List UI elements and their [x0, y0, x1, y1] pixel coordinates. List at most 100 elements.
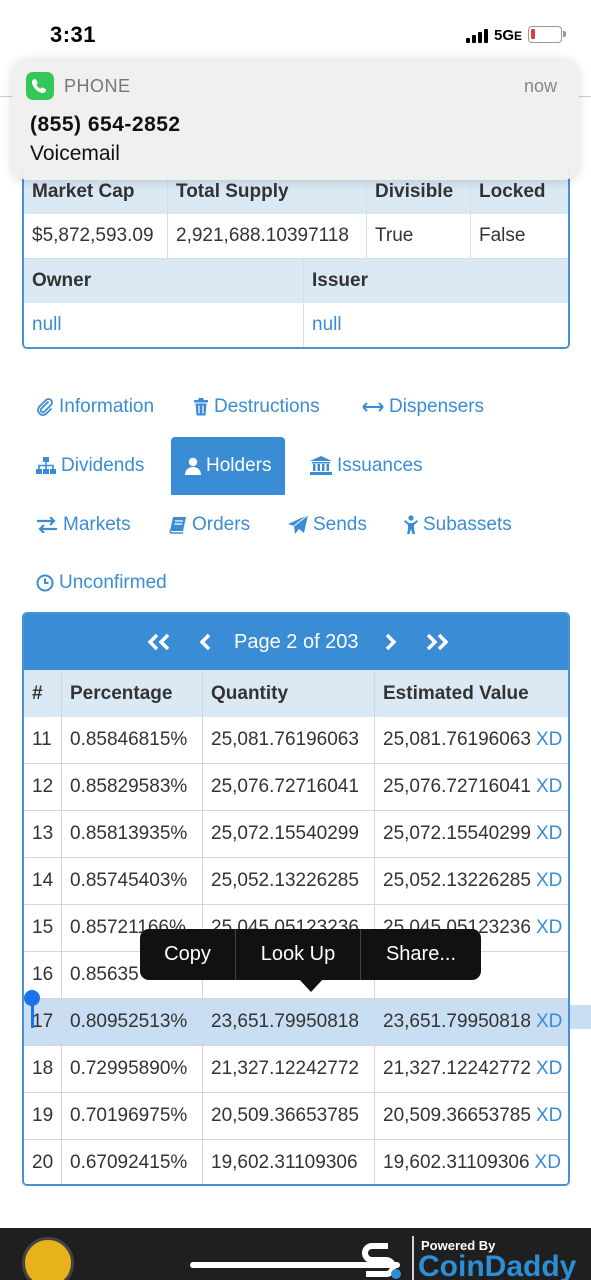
- rank-cell: 14: [24, 858, 62, 905]
- exchange-icon: [37, 517, 57, 533]
- look-up-menu-item[interactable]: Look Up: [236, 929, 361, 980]
- tab-unconfirmed[interactable]: Unconfirmed: [36, 554, 167, 612]
- rank-cell: 15: [24, 905, 62, 952]
- quantity-cell-text: 25,072.15540299: [211, 823, 359, 844]
- tab-dispensers[interactable]: Dispensers: [362, 378, 484, 436]
- rank-cell-text: 19: [32, 1105, 54, 1126]
- arrows-horizontal-icon: [362, 402, 384, 412]
- issuer-link[interactable]: null: [304, 303, 568, 347]
- asset-link[interactable]: XD: [535, 1152, 561, 1174]
- quantity-cell: 25,072.15540299: [203, 811, 375, 858]
- estimated-value-cell-text: 19,602.31109306: [383, 1152, 530, 1173]
- bank-icon: [310, 456, 332, 475]
- share-menu-item[interactable]: Share...: [361, 929, 481, 980]
- notification-title: (855) 654-2852: [30, 113, 181, 136]
- tab-label: Unconfirmed: [59, 572, 167, 593]
- rank-cell: 19: [24, 1093, 62, 1140]
- last-page-button[interactable]: [420, 614, 454, 670]
- percentage-cell: 0.80952513%: [62, 999, 203, 1046]
- quantity-cell: 20,509.36653785: [203, 1093, 375, 1140]
- rank-cell-text: 14: [32, 870, 54, 891]
- estimated-value-cell-text: 25,081.76196063: [383, 729, 531, 750]
- quantity-cell-text: 25,076.72716041: [211, 776, 359, 797]
- holders-panel: Page 2 of 203 # Percentage Quantity Esti…: [22, 612, 570, 1186]
- column-header-quantity: Quantity: [203, 670, 375, 717]
- home-indicator[interactable]: [190, 1262, 400, 1268]
- tab-destructions[interactable]: Destructions: [193, 378, 320, 436]
- copy-menu-item[interactable]: Copy: [140, 929, 236, 980]
- asset-link[interactable]: XD: [536, 870, 562, 892]
- asset-link[interactable]: XD: [536, 729, 562, 751]
- asset-link[interactable]: XD: [536, 1105, 562, 1127]
- quantity-cell: 25,081.76196063: [203, 717, 375, 764]
- percentage-cell: 0.85846815%: [62, 717, 203, 764]
- percentage-cell-text: 0.85745403%: [70, 870, 188, 891]
- quantity-cell-text: 23,651.79950818: [211, 1011, 359, 1032]
- column-header-estimated-value: Estimated Value: [375, 670, 568, 717]
- tab-holders[interactable]: Holders: [171, 437, 286, 495]
- voicemail-notification[interactable]: PHONE now (855) 654-2852 Voicemail: [12, 58, 579, 180]
- asset-link[interactable]: XD: [536, 776, 562, 798]
- estimated-value-cell: 20,509.36653785 XD: [375, 1093, 568, 1140]
- tab-orders[interactable]: Orders: [169, 496, 250, 554]
- rank-cell-text: 11: [32, 729, 52, 750]
- estimated-value-cell-text: 25,072.15540299: [383, 823, 531, 844]
- tab-label: Dispensers: [389, 396, 485, 417]
- rank-cell-text: 20: [32, 1152, 54, 1173]
- percentage-cell: 0.85829583%: [62, 764, 203, 811]
- rank-cell-text: 17: [32, 1011, 54, 1032]
- estimated-value-cell: 23,651.79950818 XD: [375, 999, 568, 1046]
- info-header-row-2: Owner Issuer: [24, 259, 568, 303]
- context-menu-arrow: [298, 978, 324, 992]
- tab-label: Information: [59, 396, 155, 417]
- quantity-cell: 19,602.31109306: [203, 1140, 375, 1184]
- quantity-cell-text: 25,081.76196063: [211, 729, 359, 750]
- child-icon: [404, 515, 418, 534]
- asset-info-table: Market Cap Total Supply Divisible Locked…: [22, 170, 570, 349]
- tab-label: Sends: [313, 514, 367, 535]
- locked-value: False: [471, 214, 568, 259]
- rank-cell-text: 13: [32, 823, 54, 844]
- notification-time: now: [523, 76, 557, 96]
- header-issuer: Issuer: [304, 259, 568, 303]
- percentage-cell-text: 0.85635: [70, 964, 139, 985]
- notification-body: Voicemail: [30, 142, 120, 165]
- user-icon: [185, 457, 201, 475]
- percentage-cell-text: 0.85829583%: [70, 776, 188, 797]
- next-page-button[interactable]: [378, 614, 404, 670]
- asset-link[interactable]: XD: [536, 917, 562, 939]
- asset-link[interactable]: XD: [536, 1011, 562, 1033]
- pagination-bar: Page 2 of 203: [24, 614, 568, 670]
- page-indicator: Page 2 of 203: [234, 631, 359, 653]
- tab-subassets[interactable]: Subassets: [404, 496, 512, 554]
- header-owner: Owner: [24, 259, 304, 303]
- estimated-value-cell: 25,081.76196063 XD: [375, 717, 568, 764]
- asset-link[interactable]: XD: [536, 823, 562, 845]
- double-chevron-right-icon: [426, 633, 449, 651]
- percentage-cell-text: 0.85846815%: [70, 729, 188, 750]
- asset-link[interactable]: XD: [536, 1058, 562, 1080]
- owner-link[interactable]: null: [24, 303, 304, 347]
- quantity-cell: 21,327.12242772: [203, 1046, 375, 1093]
- prev-page-button[interactable]: [192, 614, 218, 670]
- tab-information[interactable]: Information: [36, 378, 154, 436]
- network-indicator: 5GE: [494, 27, 523, 44]
- chevron-right-icon: [385, 633, 397, 651]
- first-page-button[interactable]: [142, 614, 176, 670]
- tab-issuances[interactable]: Issuances: [310, 437, 423, 495]
- quantity-cell: 25,076.72716041: [203, 764, 375, 811]
- tab-markets[interactable]: Markets: [36, 496, 131, 554]
- selection-caret: [31, 1002, 34, 1028]
- estimated-value-cell: 25,072.15540299 XD: [375, 811, 568, 858]
- holders-table: # Percentage Quantity Estimated Value 11…: [24, 670, 568, 1184]
- tab-dividends[interactable]: Dividends: [36, 437, 144, 495]
- rank-cell: 18: [24, 1046, 62, 1093]
- tab-label: Destructions: [214, 396, 320, 417]
- status-bar: 3:31 5GE: [0, 0, 591, 64]
- tab-sends[interactable]: Sends: [288, 496, 367, 554]
- percentage-cell-text: 0.67092415%: [70, 1152, 188, 1173]
- coindaddy-logo-icon: [362, 1243, 401, 1279]
- notification-app-name: PHONE: [64, 76, 131, 96]
- quantity-cell-text: 25,052.13226285: [211, 870, 359, 891]
- total-supply-value: 2,921,688.10397118: [168, 214, 367, 259]
